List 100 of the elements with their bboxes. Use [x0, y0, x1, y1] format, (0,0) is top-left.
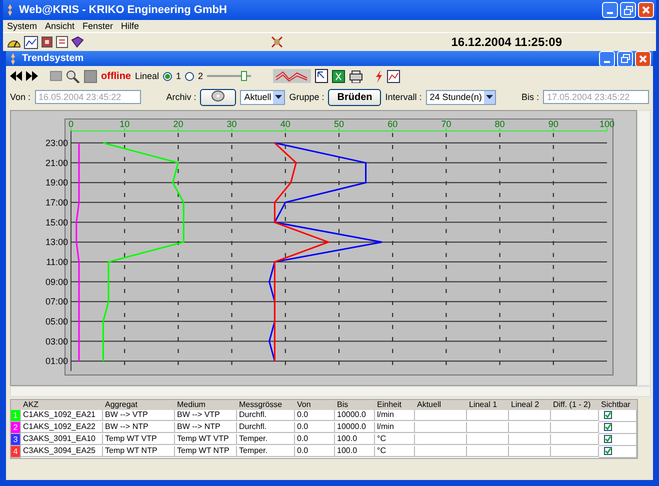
zoom-icon[interactable] — [66, 70, 80, 82]
radio-label: 1 — [176, 71, 182, 81]
table-cell: BW --> VTP — [103, 410, 175, 421]
to-label: Bis : — [522, 92, 540, 102]
chart-icon[interactable] — [387, 70, 400, 82]
visible-checkbox[interactable] — [604, 435, 612, 443]
from-label: Von : — [10, 92, 31, 102]
column-header: Lineal 2 — [509, 400, 551, 410]
column-header: Aggregat — [103, 400, 175, 410]
table-cell: BW --> NTP — [103, 422, 175, 433]
maximize-button[interactable] — [617, 50, 633, 66]
empty-cell — [415, 434, 467, 445]
column-header: Diff. (1 - 2) — [551, 400, 599, 410]
table-cell: BW --> VTP — [175, 410, 237, 421]
table-cell: BW --> NTP — [175, 422, 237, 433]
menu-item[interactable]: Fenster — [82, 21, 114, 31]
minimize-icon — [604, 60, 610, 62]
minimize-button[interactable] — [602, 2, 618, 18]
archive-label: Archiv : — [166, 92, 196, 102]
empty-cell — [467, 434, 509, 445]
header-corner — [11, 400, 21, 410]
column-header: Von — [295, 400, 335, 410]
interval-dropdown[interactable]: 24 Stunde(n) — [426, 90, 496, 104]
network-off-icon[interactable] — [270, 35, 284, 49]
axis-tick-label: 17:00 — [44, 197, 68, 208]
archive-button[interactable] — [200, 88, 236, 106]
interval-label: Intervall : — [385, 92, 422, 102]
vertical-scrollbar[interactable] — [637, 110, 651, 386]
status-text: offline — [101, 70, 131, 82]
horizontal-scrollbar[interactable] — [10, 386, 651, 397]
axis-tick-label: 23:00 — [44, 138, 68, 148]
slider[interactable] — [207, 71, 252, 81]
empty-cell — [415, 410, 467, 421]
table-cell: Temp WT VTP — [103, 434, 175, 445]
minimize-button[interactable] — [599, 50, 615, 66]
radio-label: 2 — [198, 71, 204, 81]
table-cell: 100.0 — [335, 434, 375, 445]
table-cell: Durchfl. — [237, 410, 295, 421]
empty-cell — [467, 410, 509, 421]
slider-thumb[interactable] — [241, 71, 248, 81]
visible-checkbox[interactable] — [604, 447, 612, 455]
axis-tick-label: 60 — [387, 119, 398, 129]
axis-tick-label: 19:00 — [44, 178, 68, 188]
axis-tick-label: 21:00 — [44, 158, 68, 168]
table-cell: Temp WT VTP — [175, 434, 237, 445]
table-cell: 0.0 — [295, 446, 335, 457]
column-header: Sichtbar — [599, 400, 637, 410]
archive-dropdown[interactable]: Aktuell — [240, 90, 286, 104]
printer-icon[interactable] — [349, 70, 364, 82]
axis-tick-label: 01:00 — [44, 356, 68, 366]
axis-tick-label: 11:00 — [46, 256, 68, 267]
fast-forward-icon[interactable] — [26, 71, 38, 81]
lightning-icon[interactable] — [375, 70, 384, 82]
form-icon[interactable] — [56, 36, 68, 48]
table-cell: l/min — [375, 422, 415, 433]
empty-cell — [415, 422, 467, 433]
table-cell: l/min — [375, 410, 415, 421]
radio-button[interactable] — [163, 72, 172, 80]
axis-tick-label: 100 — [598, 119, 614, 129]
rewind-icon[interactable] — [10, 71, 22, 81]
app-icon — [5, 4, 15, 16]
axis-tick-label: 50 — [334, 119, 344, 129]
table-cell: Temp WT NTP — [103, 446, 175, 457]
group-button[interactable]: Brüden — [328, 88, 382, 106]
empty-cell — [551, 422, 599, 433]
cursor-chart-icon[interactable] — [315, 69, 328, 83]
close-button[interactable] — [638, 2, 654, 18]
empty-cell — [467, 446, 509, 457]
dropdown-arrow-icon — [275, 95, 282, 99]
table-cell: 0.0 — [295, 434, 335, 445]
maximize-button[interactable] — [620, 2, 636, 18]
visible-checkbox[interactable] — [604, 423, 612, 431]
table-cell: C3AKS_3094_EA25 — [21, 446, 103, 457]
empty-cell — [509, 434, 551, 445]
axis-tick-label: 20 — [172, 119, 183, 129]
table-cell: Temp WT NTP — [175, 446, 237, 457]
axis-tick-label: 70 — [440, 119, 451, 129]
axis-tick-label: 30 — [226, 119, 236, 129]
radio-button[interactable] — [185, 72, 194, 80]
axis-tick-label: 10 — [119, 119, 130, 129]
app-icon — [8, 52, 18, 64]
close-icon — [639, 54, 647, 62]
menu-item[interactable]: Ansicht — [45, 21, 75, 31]
date-time: 16.12.2004 11:25:09 — [451, 35, 562, 49]
empty-cell — [551, 446, 599, 457]
menu-item[interactable]: System — [7, 21, 38, 31]
column-header: Aktuell — [415, 400, 467, 410]
axis-tick-label: 90 — [548, 119, 558, 129]
close-icon — [642, 6, 650, 14]
table-cell: °C — [375, 434, 415, 445]
menu-item[interactable]: Hilfe — [121, 21, 140, 31]
column-header: AKZ — [21, 400, 103, 410]
row-index: 4 — [11, 446, 21, 458]
visible-checkbox[interactable] — [604, 411, 612, 419]
table-cell: C1AKS_1092_EA22 — [21, 422, 103, 433]
empty-cell — [467, 422, 509, 433]
empty-cell — [509, 422, 551, 433]
close-button[interactable] — [635, 50, 651, 66]
spreadsheet-icon[interactable] — [332, 70, 346, 82]
chart-icon[interactable] — [24, 36, 38, 48]
